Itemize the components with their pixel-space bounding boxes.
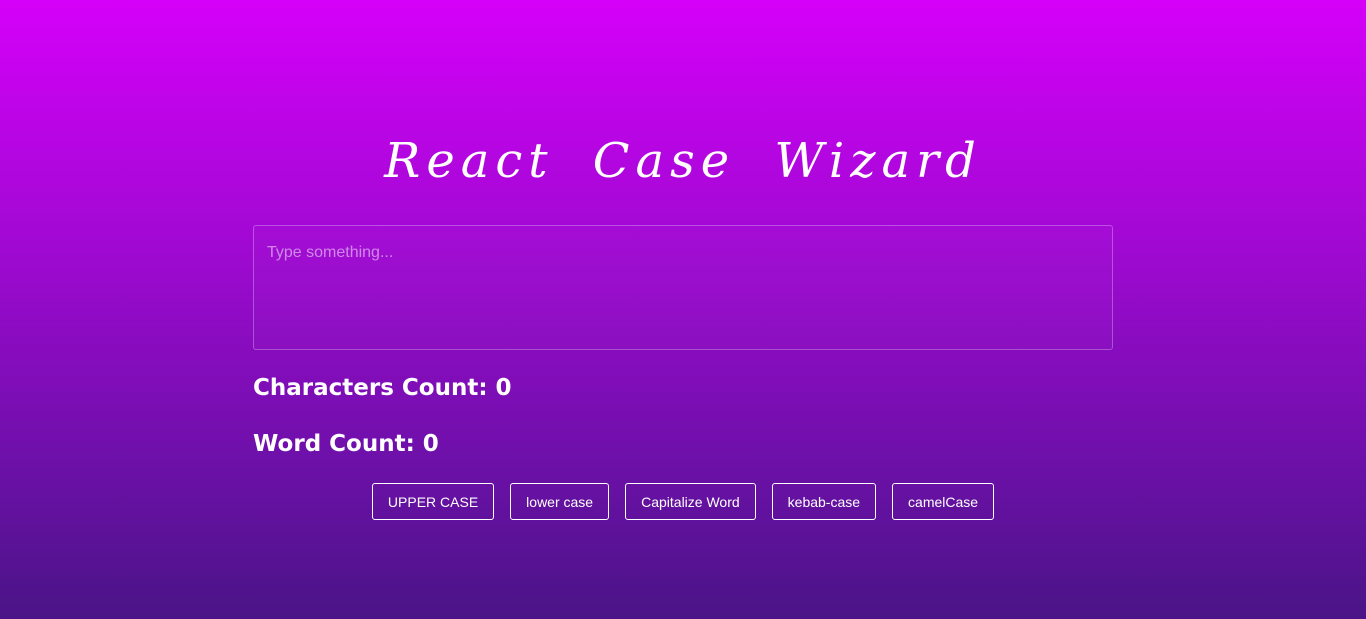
app-container: React Case Wizard Characters Count: 0 Wo… — [253, 0, 1113, 520]
case-buttons: UPPER CASE lower case Capitalize Word ke… — [253, 483, 1113, 520]
camel-case-button[interactable]: camelCase — [892, 483, 995, 520]
upper-case-button[interactable]: UPPER CASE — [371, 483, 495, 520]
text-input[interactable] — [253, 225, 1113, 350]
lower-case-button[interactable]: lower case — [510, 483, 610, 520]
characters-count: Characters Count: 0 — [253, 375, 512, 401]
capitalize-word-button[interactable]: Capitalize Word — [625, 483, 756, 520]
page-title: React Case Wizard — [384, 133, 982, 189]
kebab-case-button[interactable]: kebab-case — [771, 483, 877, 520]
word-count: Word Count: 0 — [253, 431, 439, 457]
